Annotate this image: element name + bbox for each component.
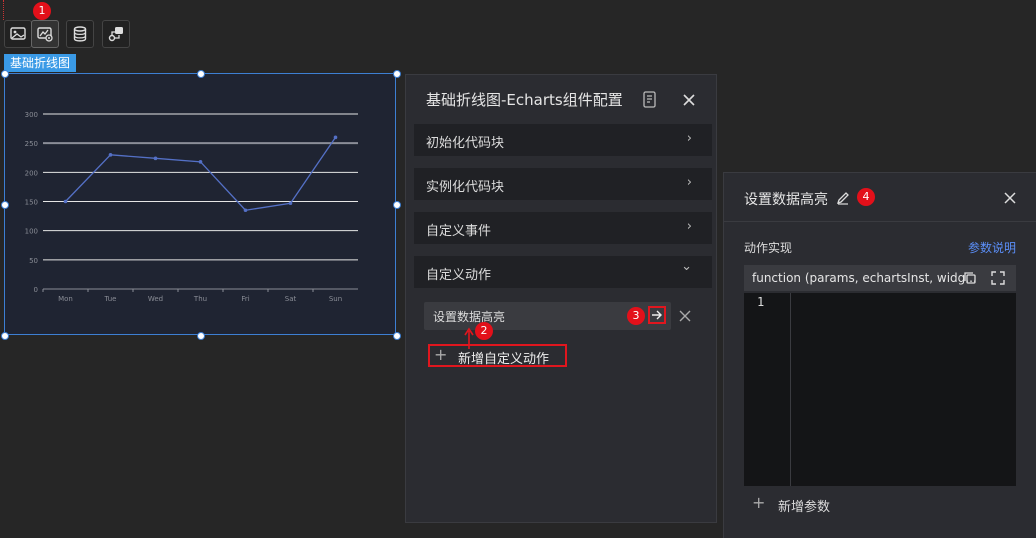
y-tick-label: 200: [25, 169, 38, 177]
chevron-down-icon: ⌄: [681, 259, 692, 274]
section-label: 实例化代码块: [426, 180, 505, 195]
delete-action-icon[interactable]: [679, 310, 691, 322]
close-icon[interactable]: [682, 93, 696, 107]
data-point: [63, 199, 68, 204]
step-badge-2: 2: [475, 322, 493, 340]
arrow-right-icon: [652, 310, 662, 320]
line-number: 1: [757, 295, 765, 309]
section-init-code[interactable]: 初始化代码块 ›: [414, 124, 712, 156]
step-badge-4: 4: [857, 188, 875, 206]
x-tick-label: Mon: [58, 295, 73, 303]
add-param-button[interactable]: + 新增参数: [752, 493, 882, 517]
code-editor-header: function (params, echartsInst, widg...: [744, 265, 1016, 291]
component-config-panel: 基础折线图-Echarts组件配置 初始化代码块 › 实例化代码块 › 自定义事…: [405, 74, 717, 523]
section-label: 初始化代码块: [426, 136, 505, 151]
y-tick-label: 150: [25, 199, 38, 207]
database-button[interactable]: [66, 20, 94, 48]
data-point: [153, 156, 158, 161]
resize-handle-nw[interactable]: [1, 70, 9, 78]
x-tick-label: Tue: [104, 295, 117, 303]
data-point: [198, 160, 203, 164]
action-impl-label: 动作实现: [744, 241, 793, 255]
resize-handle-n[interactable]: [197, 70, 205, 78]
image-icon: [10, 27, 26, 40]
series-line: [65, 136, 337, 211]
edit-icon[interactable]: [836, 191, 850, 205]
document-icon[interactable]: [642, 91, 658, 109]
close-icon[interactable]: [1004, 192, 1016, 204]
resize-handle-ne[interactable]: [393, 70, 401, 78]
data-point: [333, 135, 338, 140]
x-tick-label: Wed: [148, 295, 163, 303]
widget-name-tag: 基础折线图: [4, 54, 77, 72]
add-param-label: 新增参数: [778, 500, 831, 515]
x-tick-label: Fri: [241, 295, 249, 303]
param-help-link[interactable]: 参数说明: [968, 239, 1016, 256]
guide-line: [3, 0, 4, 20]
interaction-button[interactable]: [102, 20, 130, 48]
database-icon: [73, 26, 87, 42]
add-action-label: 新增自定义动作: [458, 352, 550, 367]
resize-handle-e[interactable]: [393, 201, 401, 209]
action-detail-panel: 设置数据高亮 4 动作实现 参数说明 function (params, ech…: [723, 172, 1036, 538]
plus-icon: +: [752, 493, 766, 512]
line-gutter: 1: [744, 293, 791, 486]
code-editor[interactable]: 1: [744, 293, 1016, 486]
interaction-icon: [108, 27, 123, 42]
config-panel-title: 基础折线图-Echarts组件配置: [426, 91, 623, 109]
copy-icon[interactable]: [963, 271, 977, 285]
chart-config-icon: [37, 27, 53, 42]
y-tick-label: 100: [25, 228, 38, 236]
y-tick-label: 0: [34, 286, 38, 294]
step-badge-1: 1: [33, 2, 51, 20]
function-signature: function (params, echartsInst, widg...: [752, 271, 977, 285]
line-chart-widget[interactable]: 0 50 100 150 200 250 300 Mon Tue Wed Thu Fri Sat Sun: [4, 73, 396, 335]
section-custom-actions[interactable]: 自定义动作 ⌄: [414, 256, 712, 288]
resize-handle-w[interactable]: [1, 201, 9, 209]
section-custom-events[interactable]: 自定义事件 ›: [414, 212, 712, 244]
x-tick-label: Thu: [193, 295, 207, 303]
section-instance-code[interactable]: 实例化代码块 ›: [414, 168, 712, 200]
line-chart: 0 50 100 150 200 250 300 Mon Tue Wed Thu Fri Sat Sun: [25, 111, 358, 303]
panel-divider: [724, 221, 1036, 222]
chart-config-button[interactable]: [31, 20, 59, 48]
y-tick-label: 250: [25, 140, 38, 148]
resize-handle-sw[interactable]: [1, 332, 9, 340]
chevron-right-icon: ›: [686, 219, 692, 234]
image-button[interactable]: [4, 20, 32, 48]
resize-handle-se[interactable]: [393, 332, 401, 340]
fullscreen-icon[interactable]: [991, 271, 1005, 285]
resize-handle-s[interactable]: [197, 332, 205, 340]
open-action-button[interactable]: [648, 306, 666, 324]
x-tick-label: Sun: [329, 295, 342, 303]
annotation-arrow: [464, 327, 474, 349]
chevron-right-icon: ›: [686, 175, 692, 190]
step-badge-3: 3: [627, 307, 645, 325]
x-tick-label: Sat: [285, 295, 297, 303]
data-point: [108, 153, 113, 157]
y-tick-label: 300: [25, 111, 38, 119]
plus-icon: +: [434, 345, 448, 364]
action-panel-title: 设置数据高亮: [744, 192, 828, 208]
data-point: [288, 201, 293, 206]
add-custom-action-button[interactable]: + 新增自定义动作: [428, 344, 567, 367]
action-item-label: 设置数据高亮: [433, 310, 506, 324]
y-tick-label: 50: [29, 257, 38, 265]
chevron-right-icon: ›: [686, 131, 692, 146]
section-label: 自定义动作: [426, 268, 492, 283]
data-point: [243, 208, 248, 213]
section-label: 自定义事件: [426, 224, 492, 239]
